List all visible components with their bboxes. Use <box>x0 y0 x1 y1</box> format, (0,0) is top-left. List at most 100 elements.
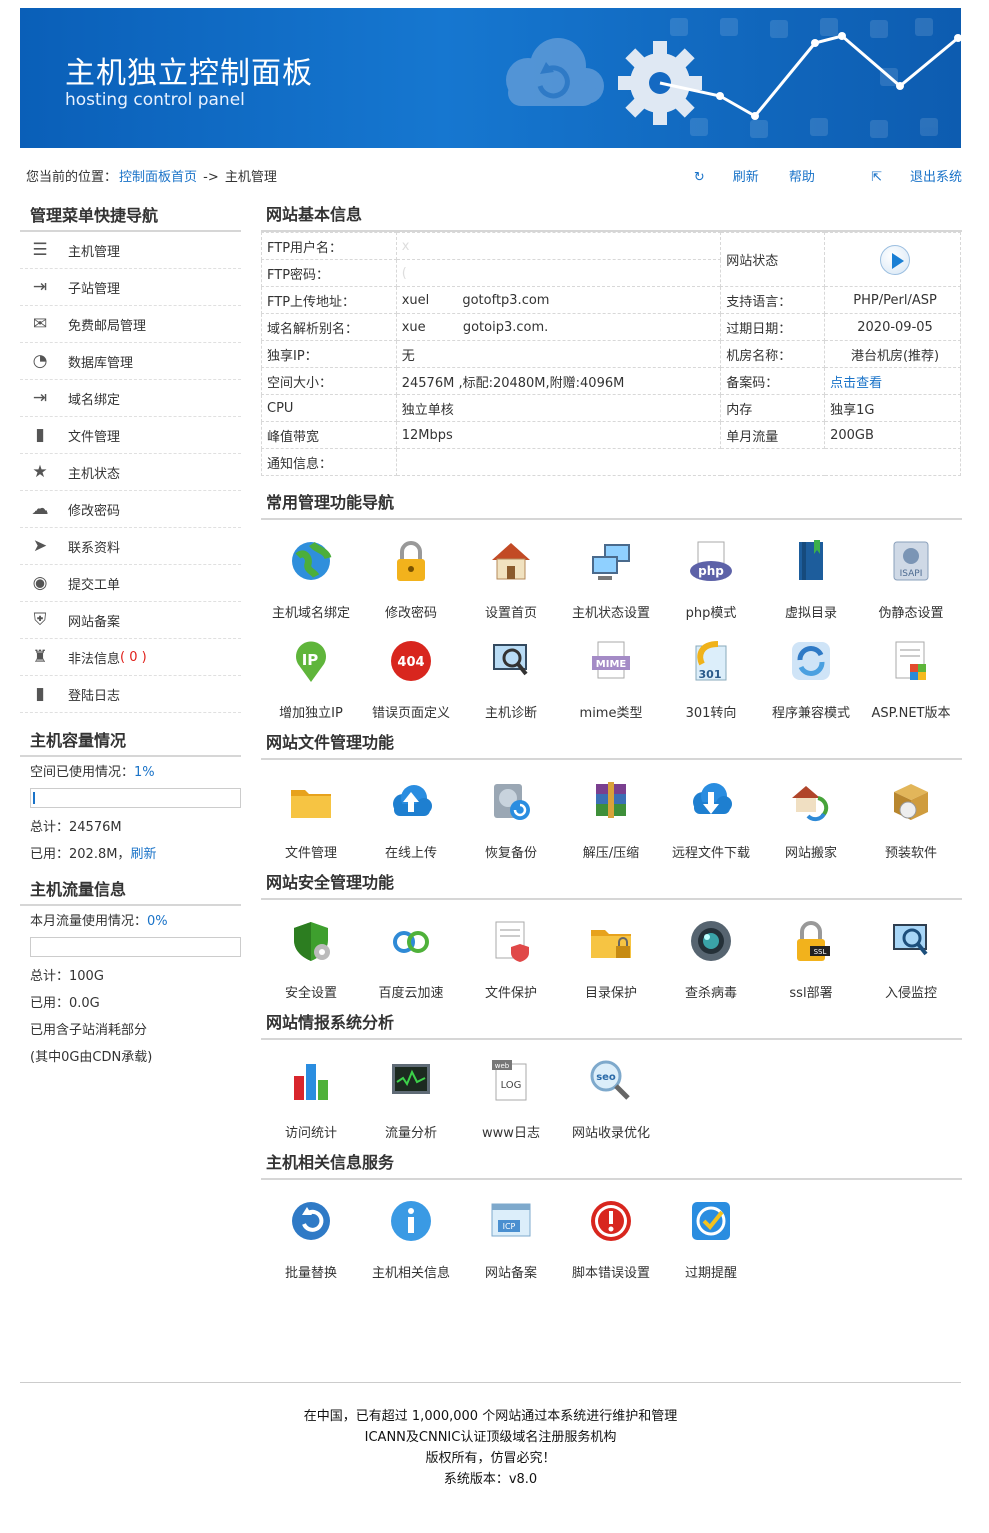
function-tile[interactable]: web LOG www日志 <box>461 1040 561 1141</box>
function-tile[interactable]: 恢复备份 <box>461 760 561 861</box>
mime-icon: MIME <box>588 638 634 684</box>
sidebar-item[interactable]: ★ 主机状态 <box>20 454 241 491</box>
footer-version: 系统版本：v8.0 <box>443 1472 538 1487</box>
function-tile[interactable]: 安全设置 <box>261 900 361 1001</box>
function-tile[interactable]: 主机域名绑定 <box>261 520 361 621</box>
function-tile[interactable]: 设置首页 <box>461 520 561 621</box>
function-tile[interactable]: SSL ssl部署 <box>761 900 861 1001</box>
function-tile[interactable]: 入侵监控 <box>861 900 961 1001</box>
redirect-301-icon: 301 <box>688 638 734 684</box>
function-tile-label: 百度云加速 <box>378 986 444 1001</box>
function-tile-label: 主机相关信息 <box>371 1266 450 1281</box>
function-tile[interactable]: 批量替换 <box>261 1180 361 1281</box>
function-tile[interactable]: 301 301转向 <box>661 620 761 721</box>
check-badge-icon <box>688 1198 734 1244</box>
function-grid: 批量替换 主机相关信息 ICP 网站备案 脚本错误设置 过期提醒 <box>261 1180 962 1281</box>
function-tile[interactable]: 程序兼容模式 <box>761 620 861 721</box>
sidebar-item[interactable]: ◉ 提交工单 <box>20 565 241 602</box>
monitor-magnifier-icon <box>488 638 534 684</box>
sidebar-item[interactable]: ♜ 非法信息( 0 ) <box>20 639 241 676</box>
function-tile[interactable]: 解压/压缩 <box>561 760 661 861</box>
function-tile[interactable]: 过期提醒 <box>661 1180 761 1281</box>
sidebar-item[interactable]: ▮ 登陆日志 <box>20 676 241 713</box>
breadcrumb-home-link[interactable]: 控制面板首页 <box>119 170 197 185</box>
person-icon: ♜ <box>32 647 48 667</box>
cpu-label: CPU <box>261 394 397 422</box>
main-content: 网站基本信息 FTP用户名： x 网站状态 FTP密码： ( FTP上传地址： … <box>261 202 962 1281</box>
envelope-icon: ✉ <box>32 314 48 334</box>
traffic-progress-bar <box>30 937 241 957</box>
sidebar-item[interactable]: ➤ 联系资料 <box>20 528 241 565</box>
isapi-icon: ISAPI <box>888 538 934 584</box>
function-tile[interactable]: 远程文件下载 <box>661 760 761 861</box>
sidebar-item[interactable]: ⇥ 域名绑定 <box>20 380 241 417</box>
enter-arrow-icon: ⇥ <box>32 388 48 408</box>
function-tile[interactable]: 预装软件 <box>861 760 961 861</box>
sidebar-item[interactable]: ⛨ 网站备案 <box>20 602 241 639</box>
function-tile[interactable]: 目录保护 <box>561 900 661 1001</box>
function-tile[interactable]: ISAPI 伪静态设置 <box>861 520 961 621</box>
refresh-button[interactable]: ↻ 刷新 <box>668 170 759 185</box>
function-tile[interactable]: 虚拟目录 <box>761 520 861 621</box>
breadcrumb-arrow: -> <box>199 170 223 185</box>
play-button-icon[interactable] <box>880 244 911 275</box>
svg-text:MIME: MIME <box>596 659 627 670</box>
function-tile-label: 虚拟目录 <box>784 606 837 621</box>
function-tile[interactable]: 查杀病毒 <box>661 900 761 1001</box>
external-link-icon: ⇱ <box>871 170 882 185</box>
svg-text:SSL: SSL <box>814 948 827 956</box>
function-tile[interactable]: 脚本错误设置 <box>561 1180 661 1281</box>
help-link[interactable]: 帮助 <box>789 170 815 185</box>
traffic-label: 单月流量 <box>720 421 826 449</box>
function-tile[interactable]: 流量分析 <box>361 1040 461 1141</box>
sidebar-item-label: 主机管理 <box>68 244 121 260</box>
logout-button[interactable]: ⇱ 退出系统 <box>845 170 962 185</box>
function-tile[interactable]: 主机状态设置 <box>561 520 661 621</box>
section-title: 网站文件管理功能 <box>261 730 962 760</box>
info-icon <box>388 1198 434 1244</box>
function-tile-label: 错误页面定义 <box>371 706 450 721</box>
function-tile[interactable]: php php模式 <box>661 520 761 621</box>
dns-alias-value: xue gotoip3.com. <box>395 313 722 341</box>
function-tile[interactable]: 文件保护 <box>461 900 561 1001</box>
function-tile[interactable]: 404 错误页面定义 <box>361 620 461 721</box>
function-tile-label: 流量分析 <box>384 1126 437 1141</box>
sidebar-item[interactable]: ⇥ 子站管理 <box>20 269 241 306</box>
function-tile[interactable]: 网站搬家 <box>761 760 861 861</box>
php-icon: php <box>688 538 734 584</box>
function-tile-label: ssl部署 <box>789 986 833 1001</box>
sidebar-item[interactable]: ✉ 免费邮局管理 <box>20 306 241 343</box>
sidebar-item[interactable]: ☰ 主机管理 <box>20 232 241 269</box>
function-tile[interactable]: 主机相关信息 <box>361 1180 461 1281</box>
refresh-icon: ↻ <box>693 170 705 185</box>
bar-chart-icon <box>288 1058 334 1104</box>
function-tile[interactable]: 访问统计 <box>261 1040 361 1141</box>
traffic-title: 主机流量信息 <box>20 876 241 906</box>
ip-v4-icon: IP <box>288 638 334 684</box>
function-tile[interactable]: 主机诊断 <box>461 620 561 721</box>
function-tile[interactable]: 百度云加速 <box>361 900 461 1001</box>
function-tile-label: 主机诊断 <box>484 706 537 721</box>
folder-lock-icon <box>588 918 634 964</box>
function-tile[interactable]: MIME mime类型 <box>561 620 661 721</box>
seo-magnifier-icon: seo <box>588 1058 634 1104</box>
function-tile[interactable]: 修改密码 <box>361 520 461 621</box>
ftp-address-label: FTP上传地址： <box>261 286 397 314</box>
cpu-value: 独立单核 <box>395 394 722 422</box>
function-tile[interactable]: ICP 网站备案 <box>461 1180 561 1281</box>
function-tile[interactable]: seo 网站收录优化 <box>561 1040 661 1141</box>
function-tile[interactable]: 在线上传 <box>361 760 461 861</box>
function-tile-label: 远程文件下载 <box>671 846 750 861</box>
icp-view-link[interactable]: 点击查看 <box>824 367 961 395</box>
function-tile-label: 程序兼容模式 <box>771 706 850 721</box>
function-tile[interactable]: 文件管理 <box>261 760 361 861</box>
sidebar-item[interactable]: ◔ 数据库管理 <box>20 343 241 380</box>
traffic-note-sub: 已用含子站消耗部分 <box>30 1023 148 1038</box>
traffic-value: 200GB <box>824 421 961 449</box>
sidebar-item[interactable]: ☁ 修改密码 <box>20 491 241 528</box>
capacity-refresh-link[interactable]: 刷新 <box>130 847 156 862</box>
function-tile[interactable]: ASP.NET版本 <box>861 620 961 721</box>
function-tile[interactable]: IP 增加独立IP <box>261 620 361 721</box>
icp-window-icon: ICP <box>488 1198 534 1244</box>
sidebar-item[interactable]: ▮ 文件管理 <box>20 417 241 454</box>
